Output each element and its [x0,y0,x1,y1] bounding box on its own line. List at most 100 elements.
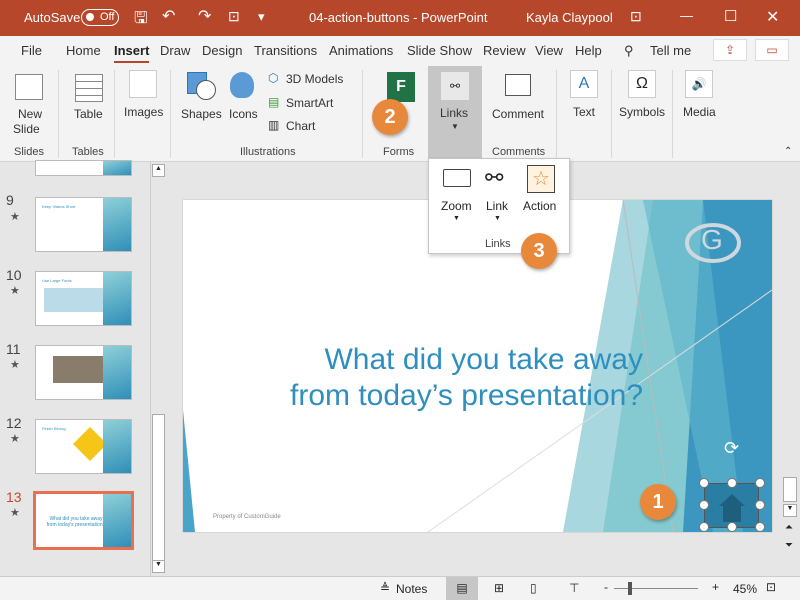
links-icon: ⚯ [441,72,469,100]
slide-number: 13 [6,489,22,505]
undo-icon[interactable]: ↶ [162,6,175,26]
normal-view-icon[interactable]: ▤ [446,577,478,600]
share-button[interactable]: ⇪ [713,39,747,61]
present-icon[interactable]: ⊡ [228,8,240,25]
animation-star-icon: ★ [10,359,20,371]
callout-1: 1 [640,484,676,520]
symbols-icon: Ω [628,70,656,98]
comments-button[interactable]: ▭ [755,39,789,61]
previous-slide-icon[interactable]: ⏶ [785,522,793,533]
slide-thumbnail[interactable]: Keep Videos Short [35,197,132,252]
table-icon [75,74,103,102]
slide-thumbnail[interactable] [35,345,132,400]
scroll-thumb[interactable] [152,414,165,562]
new-slide-dropdown[interactable]: Slide [13,122,40,136]
zoom-out-icon[interactable]: - [604,580,608,594]
images-button[interactable]: Images [124,105,163,119]
tab-home[interactable]: Home [66,43,101,58]
group-illustrations-label: Illustrations [240,146,296,158]
group-slides-label: Slides [14,146,44,158]
minimize-icon[interactable]: — [680,8,693,23]
slide-number: 11 [6,341,21,357]
maximize-icon[interactable]: ☐ [724,7,737,25]
tab-design[interactable]: Design [202,43,242,58]
ribbon-tabs: File Home Insert Draw Design Transitions… [0,36,800,64]
slideshow-icon[interactable]: ⊤ [569,581,579,595]
zoom-level[interactable]: 45% [733,582,757,596]
tab-help[interactable]: Help [575,43,602,58]
tell-me-input[interactable]: Tell me [650,43,691,58]
zoom-slider-thumb[interactable] [628,582,632,595]
rotate-handle-icon[interactable]: ⟳ [724,438,739,459]
tab-animations[interactable]: Animations [329,43,393,58]
links-group-label: Links [485,238,511,250]
slide-number: 9 [6,192,14,208]
zoom-button[interactable]: Zoom ▼ [435,165,479,235]
tab-review[interactable]: Review [483,43,526,58]
tab-draw[interactable]: Draw [160,43,190,58]
group-comments-label: Comments [492,146,546,158]
forms-icon[interactable]: F [387,72,415,102]
comment-button[interactable]: Comment [492,107,544,121]
tab-file[interactable]: File [21,43,42,58]
action-star-icon: ☆ [527,165,555,193]
smartart-icon: ▤ [268,95,280,109]
action-button[interactable]: ☆ Action [521,165,565,215]
tab-view[interactable]: View [535,43,563,58]
table-button[interactable]: Table [74,107,103,121]
3d-models-button[interactable]: 3D Models [286,72,343,86]
new-slide-button[interactable]: New [18,107,42,121]
smartart-button[interactable]: SmartArt [286,96,333,110]
thumbnail-scrollbar[interactable]: ▲ ▼ [150,162,166,576]
next-slide-icon[interactable]: ⏷ [785,540,793,551]
group-tables-label: Tables [72,146,104,158]
slide-scrollbar[interactable]: ▼ ⏶ ⏷ [783,162,799,576]
notes-icon: ≜ [380,581,391,595]
animation-star-icon: ★ [10,433,20,445]
slide-thumbnail[interactable]: Finish Strong [35,419,132,474]
zoom-in-icon[interactable]: + [712,580,719,594]
autosave-toggle[interactable]: Off [81,9,119,26]
link-icon: ⚯ [485,165,504,190]
slide-thumbnail[interactable] [35,160,132,176]
tab-slide-show[interactable]: Slide Show [407,43,472,58]
slide-thumbnail-selected[interactable]: What did you take away from today's pres… [33,491,134,550]
slide-thumbnail[interactable]: Use Large Fonts [35,271,132,326]
user-name[interactable]: Kayla Claypool [526,10,613,25]
text-button[interactable]: Text [573,105,595,119]
link-button[interactable]: ⚯ Link ▼ [479,165,519,235]
symbols-button[interactable]: Symbols [619,105,665,119]
search-icon: ⚲ [624,43,634,58]
save-icon[interactable]: 🖫 [134,7,148,34]
slide-thumbnail-panel: 9 ★ Keep Videos Short 10 ★ Use Large Fon… [0,160,150,576]
close-icon[interactable]: ✕ [766,7,779,27]
animation-star-icon: ★ [10,211,20,223]
fit-slide-icon[interactable]: ⊡ [766,580,776,594]
ribbon-display-icon[interactable]: ⊡ [630,8,642,25]
zoom-slider[interactable] [614,588,698,589]
callout-3: 3 [521,233,557,269]
redo-icon[interactable]: ↷ [198,6,211,26]
icons-button[interactable]: Icons [229,107,258,121]
animation-star-icon: ★ [10,507,20,519]
icons-icon [230,72,254,98]
shapes-button[interactable]: Shapes [181,107,222,121]
chart-button[interactable]: Chart [286,119,315,133]
links-label: Links [440,106,469,120]
group-forms-label: Forms [383,146,415,158]
customize-icon[interactable]: ▾ [258,9,265,25]
links-button[interactable]: ⚯ Links ▼ [428,66,482,160]
notes-button[interactable]: Notes [396,582,427,596]
media-button[interactable]: Media [683,105,716,119]
tab-transitions[interactable]: Transitions [254,43,317,58]
new-slide-icon [15,74,43,100]
slide-sorter-icon[interactable]: ⊞ [494,581,504,595]
tab-insert[interactable]: Insert [114,43,150,63]
collapse-ribbon-icon[interactable]: ⌃ [784,146,792,157]
animation-star-icon: ★ [10,285,20,297]
chart-icon: ▥ [268,118,280,132]
reading-view-icon[interactable]: ▯ [530,581,537,595]
slide-title[interactable]: What did you take away from today’s pres… [223,342,643,414]
media-icon: 🔊 [685,70,713,98]
images-icon [129,70,157,98]
